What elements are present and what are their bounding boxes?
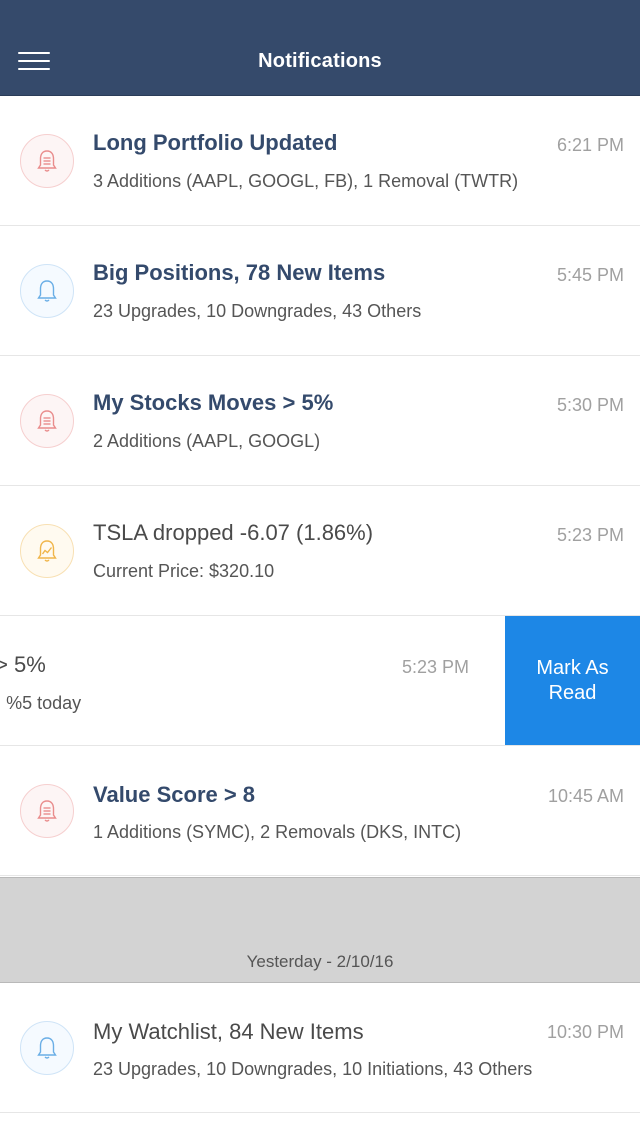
bell-icon xyxy=(20,1021,74,1075)
notification-row[interactable]: Big Positions, 78 New Items 23 Upgrades,… xyxy=(0,226,640,356)
notification-row[interactable]: My Stocks Moves > 5% 2 Additions (AAPL, … xyxy=(0,356,640,486)
mark-as-read-label-line1: Mark As xyxy=(536,657,609,679)
notification-row[interactable]: Value Score > 8 1 Additions (SYMC), 2 Re… xyxy=(0,746,640,876)
mark-as-read-button[interactable]: Mark As Read xyxy=(505,616,640,745)
notification-time: 5:23 PM xyxy=(401,657,469,677)
top-navigation-bar: Notifications xyxy=(0,0,640,96)
notification-subtitle: 1 Additions (SYMC), 2 Removals (DKS, INT… xyxy=(93,822,462,842)
portfolio-list-icon xyxy=(20,784,74,838)
notification-subtitle: 3 Additions (AAPL, GOOGL, FB), 1 Removal… xyxy=(93,171,519,191)
notification-subtitle: hanged more than %5 today xyxy=(0,693,82,713)
notification-row-swiped[interactable]: - Px Chg Tdy > 5% hanged more than %5 to… xyxy=(0,616,640,746)
section-header: Yesterday - 2/10/16 xyxy=(0,877,640,983)
portfolio-list-icon xyxy=(20,394,74,448)
notification-title: TSLA dropped -6.07 (1.86%) xyxy=(93,520,374,545)
notification-subtitle: Current Price: $320.10 xyxy=(93,561,275,581)
notification-time: 5:30 PM xyxy=(556,395,624,415)
notification-title: - Px Chg Tdy > 5% xyxy=(0,652,46,677)
notification-title: My Watchlist, 84 New Items xyxy=(93,1019,364,1044)
notification-subtitle: 23 Upgrades, 10 Downgrades, 10 Initiatio… xyxy=(93,1059,533,1079)
notification-time: 10:45 AM xyxy=(547,786,624,806)
page-title: Notifications xyxy=(258,50,382,72)
notification-subtitle: 2 Additions (AAPL, GOOGL) xyxy=(93,431,321,451)
notification-row[interactable]: My Watchlist, 84 New Items 23 Upgrades, … xyxy=(0,983,640,1113)
notification-title: Big Positions, 78 New Items xyxy=(93,260,386,285)
notification-time: 6:21 PM xyxy=(556,135,624,155)
notification-title: My Stocks Moves > 5% xyxy=(93,390,334,415)
notification-time: 5:23 PM xyxy=(556,525,624,545)
notification-time: 10:30 PM xyxy=(546,1022,624,1042)
notification-row[interactable]: TSLA dropped -6.07 (1.86%) Current Price… xyxy=(0,486,640,616)
notification-title: Value Score > 8 xyxy=(93,782,256,807)
portfolio-list-icon xyxy=(20,134,74,188)
notification-time: 5:45 PM xyxy=(556,265,624,285)
mark-as-read-label-line2: Read xyxy=(548,682,597,704)
notification-row[interactable]: Long Portfolio Updated 3 Additions (AAPL… xyxy=(0,96,640,226)
notification-title: Long Portfolio Updated xyxy=(93,130,338,155)
notification-subtitle: 23 Upgrades, 10 Downgrades, 43 Others xyxy=(93,301,422,321)
section-date-label: Yesterday - 2/10/16 xyxy=(246,952,394,971)
chart-alert-icon xyxy=(20,524,74,578)
bell-icon xyxy=(20,264,74,318)
